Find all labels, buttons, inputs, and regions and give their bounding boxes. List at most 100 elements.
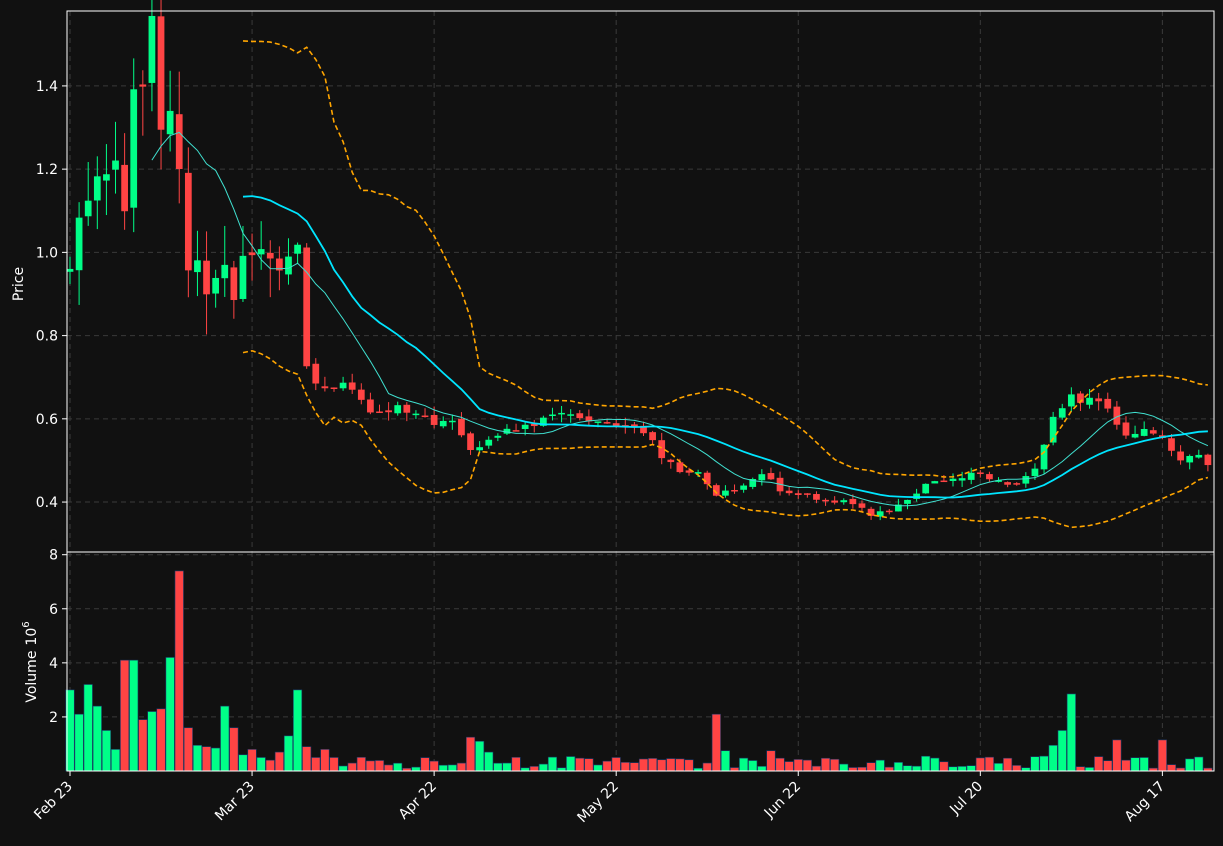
volume-bar	[74, 713, 84, 772]
candle-body	[649, 432, 656, 441]
price-overlays	[151, 40, 1209, 529]
date-tick-label: Jun 22	[761, 779, 804, 822]
candle-body	[376, 411, 383, 413]
candle-body	[476, 447, 484, 451]
volume-bar	[1085, 767, 1095, 772]
candle-body	[175, 114, 183, 170]
candle-body	[84, 200, 92, 217]
volume-bar	[575, 757, 585, 772]
volume-bar	[475, 740, 485, 772]
candle-body	[248, 252, 256, 256]
volume-bar	[320, 749, 330, 772]
fast-moving-average	[151, 131, 1209, 507]
volume-bar	[993, 763, 1004, 772]
candle-body	[1140, 429, 1148, 436]
candle-body	[967, 472, 975, 480]
candle-body	[1086, 397, 1093, 405]
panel-frames	[66, 10, 1215, 772]
price-tick-label: 0.4	[36, 495, 58, 511]
candle-body	[567, 414, 575, 416]
volume-bar	[857, 766, 867, 772]
volume-bar	[1066, 693, 1076, 772]
volume-bar	[611, 757, 621, 772]
candle-body	[1095, 398, 1103, 402]
candle-body	[139, 84, 147, 87]
candle-body	[93, 176, 101, 201]
candle-body	[840, 500, 848, 503]
candle-body	[1122, 422, 1130, 436]
candle-body	[931, 481, 939, 484]
volume-bar	[930, 757, 940, 772]
candle-body	[558, 412, 565, 415]
volume-bar	[493, 762, 503, 772]
candle-body	[521, 424, 529, 430]
candle-body	[75, 217, 83, 271]
date-tick-label: Feb 23	[31, 779, 76, 824]
volume-bar	[438, 764, 448, 772]
volume-bar	[629, 762, 639, 772]
volume-bar	[957, 766, 967, 772]
volume-bar	[1030, 756, 1040, 772]
candle-body	[1204, 454, 1212, 466]
candle-body	[194, 260, 201, 273]
candle-body	[130, 89, 138, 208]
candle-body	[676, 462, 684, 473]
candle-body	[767, 473, 775, 480]
candle-body	[831, 500, 839, 503]
volume-bar	[638, 758, 649, 772]
candle-body	[367, 399, 374, 413]
candle-body	[66, 268, 74, 272]
candle-body	[112, 160, 119, 170]
volume-bar	[784, 761, 794, 772]
volume-bar	[766, 750, 776, 772]
candle-body	[849, 498, 857, 505]
volume-bar	[365, 760, 375, 772]
candle-body	[448, 420, 456, 423]
volume-bar	[702, 762, 712, 772]
candle-body	[303, 247, 311, 367]
candle-body	[257, 249, 265, 255]
volume-y-axis: 2 4 6 8	[49, 548, 67, 726]
volume-bar	[729, 767, 740, 772]
volume-bar	[456, 762, 466, 772]
volume-bar	[1048, 745, 1058, 772]
volume-bar	[593, 764, 603, 772]
candle-body	[230, 267, 238, 301]
volume-bar	[274, 751, 284, 772]
volume-tick-label: 6	[49, 602, 58, 618]
candle-body	[822, 499, 829, 502]
candle-body	[986, 474, 993, 480]
volume-bar	[538, 763, 548, 772]
volume-bar	[802, 759, 812, 772]
candle-body	[285, 256, 292, 275]
candle-body	[922, 483, 930, 494]
volume-bar	[238, 754, 248, 772]
volume-bar	[183, 727, 193, 772]
candle-body	[103, 174, 110, 181]
candle-body	[1022, 476, 1030, 484]
price-tick-label: 1.2	[36, 162, 58, 178]
volume-bar	[211, 747, 221, 772]
volume-bar	[811, 765, 822, 772]
price-axis-label: Price	[11, 267, 27, 301]
volume-bar	[311, 757, 321, 772]
volume-bar	[83, 684, 93, 772]
volume-bar	[347, 762, 357, 772]
candle-body	[430, 414, 438, 425]
volume-bar	[247, 749, 257, 772]
volume-bar	[420, 757, 430, 772]
candle-body	[940, 480, 948, 483]
volume-bar	[775, 757, 785, 772]
candle-body	[576, 413, 584, 419]
candle-body	[813, 494, 820, 500]
volume-bar	[1075, 766, 1086, 772]
candle-body	[667, 459, 675, 463]
candle-body	[212, 277, 220, 294]
volume-bar	[120, 659, 130, 772]
volume-bar	[256, 757, 266, 772]
volume-bar	[174, 570, 184, 772]
candle-body	[549, 414, 556, 417]
volume-bar	[1112, 739, 1122, 772]
volume-bar	[975, 757, 985, 772]
volume-bar	[966, 765, 976, 772]
